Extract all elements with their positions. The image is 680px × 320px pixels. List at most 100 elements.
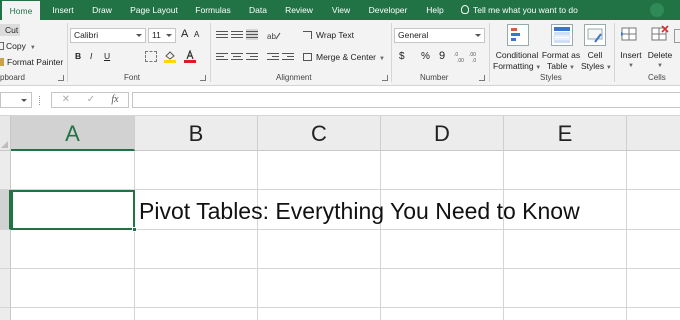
row-header[interactable] [0, 230, 11, 269]
column-header-c[interactable]: C [258, 116, 381, 151]
copy-icon [0, 42, 4, 50]
gridline [380, 151, 381, 320]
conditional-formatting-button[interactable]: Conditional Formatting ▼ [493, 50, 541, 74]
fill-handle[interactable] [132, 227, 137, 232]
shrink-font-icon: A [194, 30, 200, 39]
font-size-dropdown[interactable]: 11 [148, 28, 176, 43]
font-launcher-icon[interactable] [200, 75, 206, 81]
number-launcher-icon[interactable] [479, 75, 485, 81]
tab-review[interactable]: Review [283, 0, 315, 20]
increase-indent-icon[interactable] [282, 53, 294, 64]
wrap-text-button[interactable]: Wrap Text [303, 30, 354, 40]
gridline [11, 268, 680, 269]
align-bottom-icon[interactable] [246, 29, 258, 40]
column-header-b[interactable]: B [135, 116, 258, 151]
orientation-icon[interactable]: ab [267, 29, 281, 41]
font-size-value: 11 [152, 30, 161, 40]
increase-decimal-icon[interactable]: .0.00 [454, 51, 466, 64]
select-all-button[interactable] [0, 116, 11, 151]
column-header-d[interactable]: D [381, 116, 504, 151]
gridline [134, 151, 135, 320]
name-box[interactable] [0, 92, 32, 108]
copy-button[interactable]: Copy ▼ [0, 41, 36, 51]
align-right-icon[interactable] [246, 53, 258, 64]
tab-formulas[interactable]: Formulas [192, 0, 234, 20]
group-divider [489, 23, 490, 82]
column-header-a[interactable]: A [11, 116, 135, 151]
cell-styles-button[interactable]: Cell Styles ▼ [581, 50, 612, 74]
bold-button[interactable]: B [75, 51, 81, 61]
tab-draw[interactable]: Draw [88, 0, 116, 20]
clipboard-launcher-icon[interactable] [58, 75, 64, 81]
tab-help[interactable]: Help [422, 0, 448, 20]
chevron-down-icon [21, 99, 27, 102]
tab-developer[interactable]: Developer [367, 0, 409, 20]
delete-cells-button[interactable]: Delete ▼ [647, 50, 673, 72]
paintbrush-icon [0, 58, 4, 66]
chevron-down-icon [166, 34, 172, 37]
align-middle-icon[interactable] [231, 31, 243, 42]
row-header-selected[interactable] [0, 190, 11, 230]
insert-cells-button[interactable]: Insert ▼ [618, 50, 644, 72]
tab-view[interactable]: View [328, 0, 354, 20]
decrease-decimal-icon[interactable]: .00.0 [469, 51, 481, 64]
currency-icon: $ [399, 51, 405, 62]
delete-cells-label: Delete [647, 50, 673, 60]
enter-entry-icon[interactable]: ✓ [80, 93, 102, 107]
currency-button[interactable]: $ [399, 51, 405, 62]
insert-function-icon[interactable]: fx [104, 93, 126, 107]
cancel-entry-icon[interactable]: ✕ [55, 93, 77, 107]
format-as-table-button[interactable]: Format as Table ▼ [541, 50, 581, 74]
percent-button[interactable]: % [421, 51, 430, 62]
number-format-value: General [398, 30, 429, 40]
grow-font-icon: A [181, 28, 189, 40]
grow-font-button[interactable]: A [181, 28, 188, 40]
align-center-icon[interactable] [231, 53, 243, 64]
insert-cells-icon [620, 24, 640, 44]
format-cells-icon[interactable] [674, 29, 680, 43]
conditional-formatting-label: Conditional [495, 50, 539, 60]
fill-color-icon[interactable] [164, 50, 176, 63]
group-divider [391, 23, 392, 82]
bold-icon: B [75, 51, 82, 61]
chevron-down-icon [136, 34, 142, 37]
format-as-table-label: Format as [541, 50, 581, 60]
tab-page-layout[interactable]: Page Layout [128, 0, 180, 20]
number-format-dropdown[interactable]: General [394, 28, 485, 43]
cut-button[interactable]: Cut [0, 24, 21, 36]
feedback-smiley-icon[interactable] [650, 3, 664, 17]
tab-data[interactable]: Data [246, 0, 270, 20]
underline-button[interactable]: U [104, 51, 110, 61]
borders-icon[interactable] [145, 51, 157, 62]
column-header-f[interactable] [627, 116, 680, 151]
row-header[interactable] [0, 151, 11, 190]
row-header[interactable] [0, 269, 11, 308]
shrink-font-button[interactable]: A [194, 30, 199, 39]
comma-style-button[interactable]: 9 [439, 50, 445, 62]
column-header-e[interactable]: E [504, 116, 627, 151]
active-cell-selection[interactable] [11, 190, 135, 230]
lightbulb-icon [461, 5, 469, 14]
insert-cells-label: Insert [620, 50, 642, 60]
font-color-icon[interactable] [184, 49, 196, 63]
formula-bar-grip [39, 96, 41, 105]
font-name-dropdown[interactable]: Calibri [70, 28, 146, 43]
tab-home[interactable]: Home [2, 1, 40, 20]
alignment-launcher-icon[interactable] [382, 75, 388, 81]
cell-b-title[interactable]: Pivot Tables: Everything You Need to Kno… [139, 192, 580, 230]
font-group-label: Font [124, 73, 141, 82]
tell-me-search[interactable]: Tell me what you want to do [461, 0, 578, 20]
align-left-icon[interactable] [216, 53, 228, 64]
row-header[interactable] [0, 308, 11, 320]
formula-input[interactable] [132, 92, 680, 108]
cut-label: Cut [5, 25, 19, 35]
format-painter-label: Format Painter [7, 57, 64, 67]
formula-bar-buttons: ✕ ✓ fx [51, 92, 129, 108]
format-painter-button[interactable]: Format Painter [0, 57, 63, 67]
tab-insert[interactable]: Insert [48, 0, 78, 20]
merge-center-button[interactable]: Merge & Center ▼ [303, 52, 385, 62]
copy-label: Copy [6, 41, 26, 51]
decrease-indent-icon[interactable] [267, 53, 279, 64]
italic-button[interactable]: I [90, 51, 92, 61]
align-top-icon[interactable] [216, 31, 228, 42]
